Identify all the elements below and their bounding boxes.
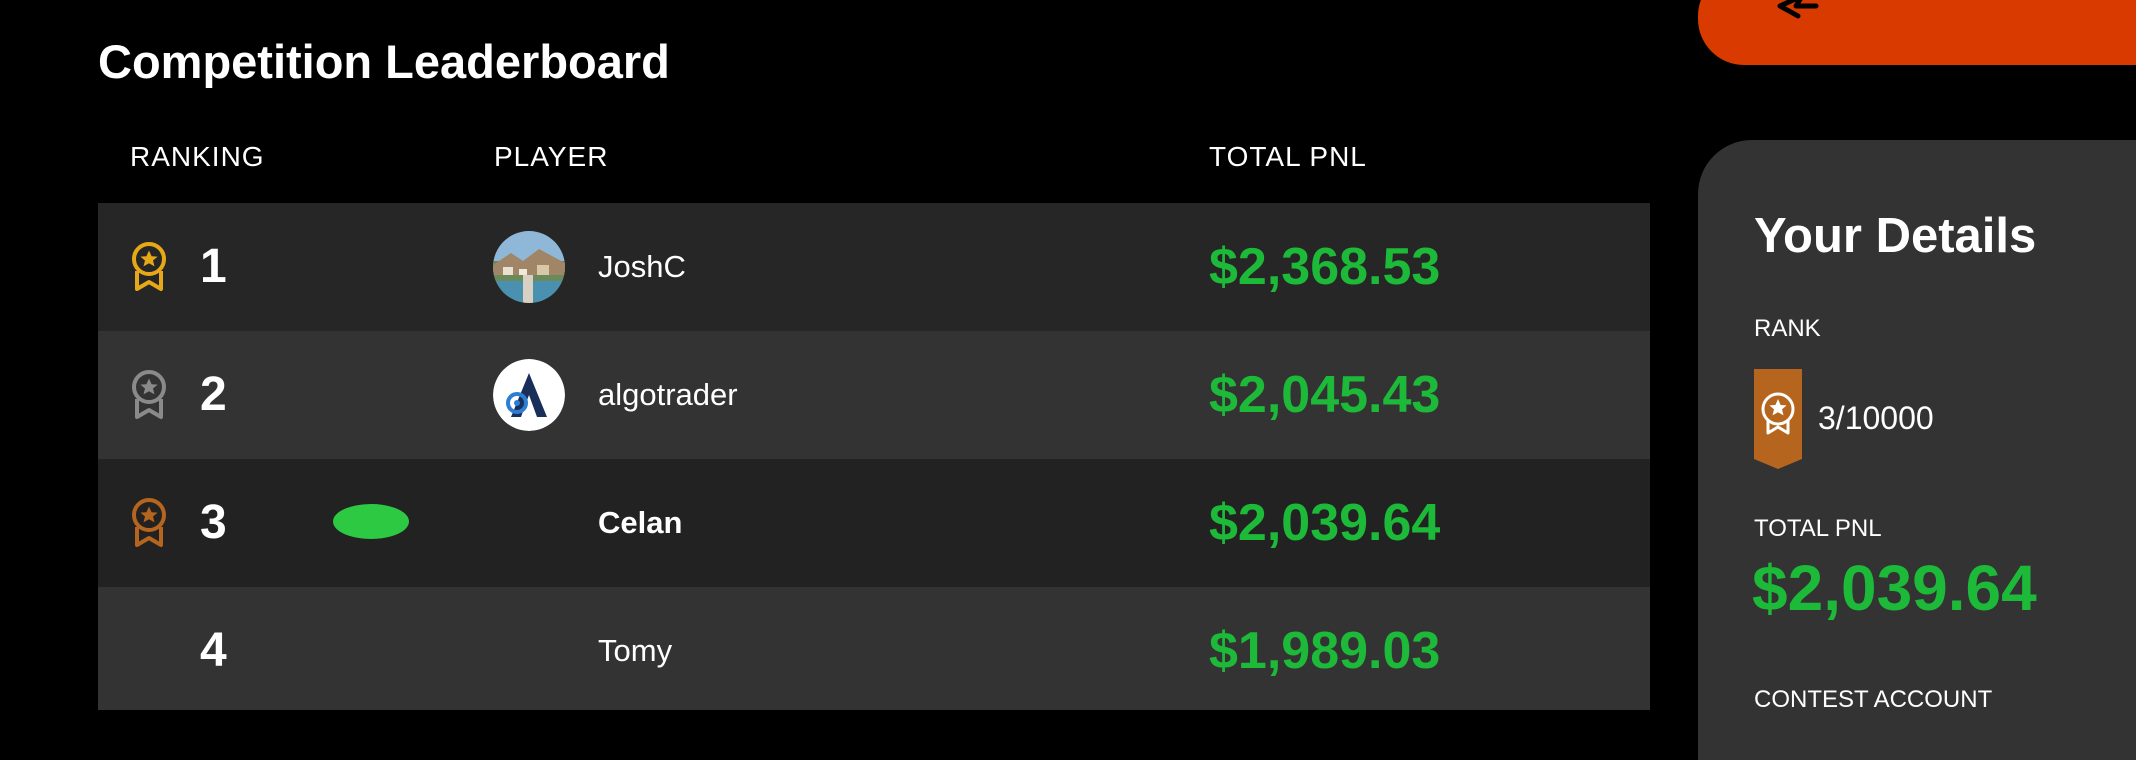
column-header-ranking: RANKING (130, 141, 265, 172)
orange-action-button[interactable] (1698, 0, 2136, 65)
leaderboard-table: 1 JoshC $2,368.53 2 algotrader $2,045.43… (98, 203, 1650, 710)
pnl-value: $2,039.64 (1209, 494, 1441, 552)
player-name[interactable]: JoshC (598, 247, 686, 287)
table-row[interactable]: 4 Tomy $1,989.03 (98, 587, 1650, 710)
rank-value: 3/10000 (1818, 400, 1934, 436)
column-header-player: PLAYER (494, 141, 609, 172)
page-title: Competition Leaderboard (98, 35, 670, 88)
rank-number: 1 (200, 240, 227, 293)
table-row[interactable]: 3 Celan $2,039.64 (98, 459, 1650, 587)
avatar (493, 231, 565, 303)
silver-medal-icon (128, 369, 170, 421)
details-title: Your Details (1754, 209, 2037, 263)
pnl-value: $1,989.03 (1209, 622, 1441, 680)
your-details-panel: Your Details RANK 3/10000 TOTAL PNL $2,0… (1698, 140, 2136, 760)
total-pnl-label: TOTAL PNL (1754, 515, 1882, 542)
bronze-rank-badge-icon (1754, 369, 1802, 469)
bronze-medal-icon (128, 497, 170, 549)
column-header-total-pnl: TOTAL PNL (1209, 141, 1367, 172)
avatar (493, 359, 565, 431)
rank-label: RANK (1754, 315, 1821, 342)
rank-number: 3 (200, 496, 227, 549)
rank-number: 4 (200, 624, 227, 677)
rank-number: 2 (200, 368, 227, 421)
player-name[interactable]: Tomy (598, 631, 672, 671)
player-name[interactable]: Celan (598, 503, 682, 543)
online-status-indicator (333, 504, 409, 539)
table-row[interactable]: 1 JoshC $2,368.53 (98, 203, 1650, 331)
arrow-icon (1776, 0, 1836, 22)
contest-account-label: CONTEST ACCOUNT (1754, 686, 1993, 713)
pnl-value: $2,368.53 (1209, 238, 1441, 296)
gold-medal-icon (128, 241, 170, 293)
pnl-value: $2,045.43 (1209, 366, 1441, 424)
player-name[interactable]: algotrader (598, 375, 738, 415)
table-row[interactable]: 2 algotrader $2,045.43 (98, 331, 1650, 459)
total-pnl-value: $2,039.64 (1752, 552, 2037, 624)
